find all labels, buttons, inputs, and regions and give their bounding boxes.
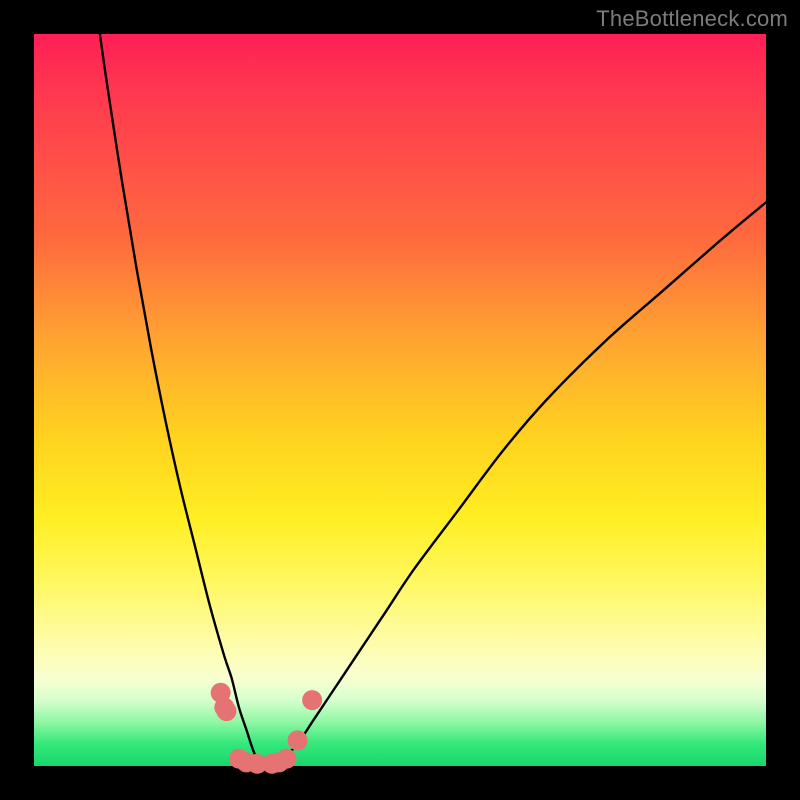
highlight-dot [288, 730, 308, 750]
highlight-dot [217, 701, 237, 721]
chart-frame: TheBottleneck.com [0, 0, 800, 800]
highlight-markers [211, 683, 323, 774]
watermark-text: TheBottleneck.com [596, 6, 788, 32]
bottleneck-curve [100, 34, 766, 767]
highlight-dot [277, 749, 297, 769]
highlight-dot [302, 690, 322, 710]
chart-svg [34, 34, 766, 766]
plot-area [34, 34, 766, 766]
